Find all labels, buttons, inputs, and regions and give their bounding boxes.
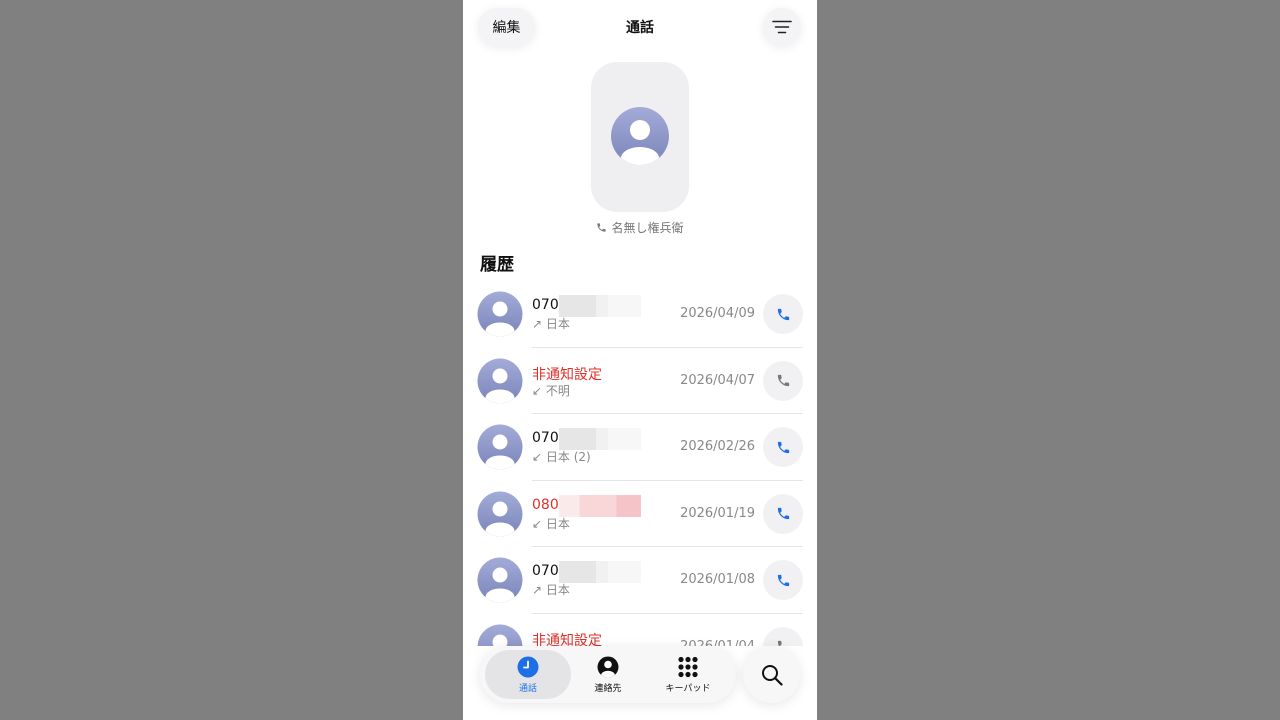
caller-name: 非通知設定 xyxy=(532,632,602,646)
caller-name: 080 xyxy=(532,496,559,513)
tab-contacts-label: 連絡先 xyxy=(594,683,622,694)
avatar-icon xyxy=(477,557,523,603)
call-region: 日本 xyxy=(545,317,570,331)
phone-icon xyxy=(597,223,607,232)
filter-lines-icon xyxy=(772,20,792,34)
call-direction-icon: ↙ xyxy=(532,383,543,398)
call-button[interactable] xyxy=(763,626,803,646)
tab-keypad-label: キーパッド xyxy=(665,683,711,694)
phone-icon xyxy=(777,508,789,520)
call-button[interactable] xyxy=(763,493,803,534)
search-icon xyxy=(761,664,783,686)
call-region: 日本 (2) xyxy=(545,450,591,465)
avatar-icon xyxy=(477,291,523,337)
call-button[interactable] xyxy=(763,560,803,601)
tab-calls-label: 通話 xyxy=(518,683,537,694)
call-date: 2026/01/08 xyxy=(680,572,755,588)
call-button[interactable] xyxy=(763,360,803,401)
person-circle-icon xyxy=(597,656,619,677)
contact-poster[interactable] xyxy=(591,62,689,212)
call-detail: ↙ 日本 xyxy=(532,515,570,532)
history-row[interactable]: 080 ↙ 日本 2026/01/19 xyxy=(463,481,817,548)
phone-icon xyxy=(777,574,789,586)
call-button[interactable] xyxy=(763,427,803,468)
keypad-icon xyxy=(678,656,698,677)
caller-name: 非通知設定 xyxy=(532,366,602,383)
avatar-icon xyxy=(477,358,523,404)
history-row[interactable]: 070 ↙ 日本 (2) 2026/02/26 xyxy=(463,414,817,481)
call-date: 2026/01/04 xyxy=(680,639,755,646)
avatar-icon xyxy=(477,624,523,646)
call-direction-icon: ↗ xyxy=(532,583,543,598)
call-region: 日本 xyxy=(545,583,570,598)
avatar-icon xyxy=(477,491,523,537)
history-list: 070 ↗ 日本 2026/04/09 非通知設定 ↙ 不明 2026/04/0… xyxy=(463,281,817,646)
avatar-icon xyxy=(611,107,669,165)
caller-name: 070 xyxy=(532,297,559,313)
call-date: 2026/04/07 xyxy=(680,372,755,388)
phone-icon xyxy=(777,441,789,453)
phone-icon xyxy=(777,641,782,646)
phone-icon xyxy=(777,374,789,387)
redacted-number xyxy=(559,494,641,517)
redacted-number xyxy=(559,561,641,584)
history-row[interactable]: 非通知設定 ↙ 不明 2026/04/07 xyxy=(463,348,817,415)
poster-caption-text: 名無し権兵衛 xyxy=(611,221,684,235)
redacted-number xyxy=(559,428,641,451)
history-row[interactable]: 非通知設定 ↙ 不明 2026/01/04 xyxy=(463,614,817,646)
caller-name: 070 xyxy=(532,430,559,447)
call-detail: ↙ 不明 xyxy=(532,382,570,399)
call-button[interactable] xyxy=(763,294,803,334)
call-detail: ↗ 日本 xyxy=(532,315,570,332)
caller-name: 070 xyxy=(532,563,559,580)
call-date: 2026/04/09 xyxy=(680,306,755,321)
redacted-number xyxy=(559,295,641,317)
call-direction-icon: ↙ xyxy=(532,516,543,531)
history-row[interactable]: 070 ↗ 日本 2026/04/09 xyxy=(463,281,817,348)
call-date: 2026/01/19 xyxy=(680,505,755,521)
tab-calls[interactable]: 通話 xyxy=(485,650,571,699)
phone-icon xyxy=(777,308,789,320)
call-direction-icon: ↗ xyxy=(532,317,543,331)
call-detail: ↙ 日本 (2) xyxy=(532,448,591,465)
avatar-icon xyxy=(477,424,523,470)
filter-button[interactable] xyxy=(763,8,801,46)
tab-keypad[interactable]: キーパッド xyxy=(645,650,731,699)
phone-screen: 編集 通話 名無し権兵衛 履歴 070 ↗ 日本 2026/04/09 非通知設… xyxy=(463,0,817,720)
tab-contacts[interactable]: 連絡先 xyxy=(565,650,651,699)
history-row[interactable]: 070 ↗ 日本 2026/01/08 xyxy=(463,547,817,614)
search-button[interactable] xyxy=(743,646,800,703)
tab-bar: 通話 連絡先 キーパッド xyxy=(480,646,736,703)
clock-icon xyxy=(517,656,539,677)
call-detail: ↗ 日本 xyxy=(532,581,570,598)
poster-caption: 名無し権兵衛 xyxy=(463,219,817,236)
call-direction-icon: ↙ xyxy=(532,450,543,465)
call-region: 不明 xyxy=(545,383,570,398)
call-region: 日本 xyxy=(545,516,570,531)
call-date: 2026/02/26 xyxy=(680,439,755,455)
history-title: 履歴 xyxy=(480,255,514,275)
